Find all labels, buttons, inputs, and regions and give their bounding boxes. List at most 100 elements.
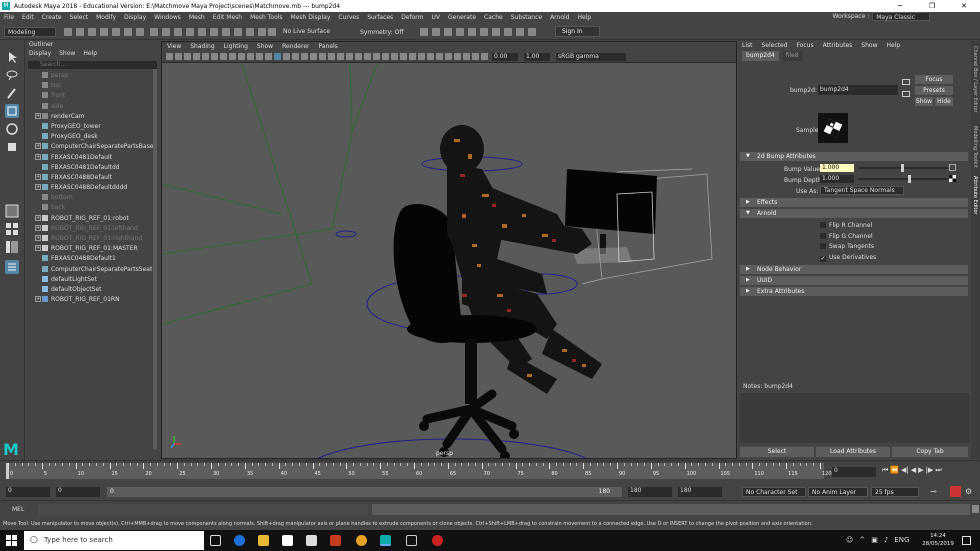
scene-end-field[interactable]: 180 <box>678 487 722 497</box>
viewport-tool-icon[interactable] <box>247 53 254 60</box>
menu-curves[interactable]: Curves <box>338 14 359 21</box>
lasso-tool-icon[interactable] <box>5 68 19 82</box>
section-effects[interactable]: ▶ Effects <box>740 198 968 207</box>
outliner-menu-display[interactable]: Display <box>29 50 51 59</box>
statusline-tool-icon[interactable] <box>222 28 230 36</box>
render-tool-icon[interactable] <box>468 28 476 36</box>
outliner-item[interactable]: defaultObjectSet <box>26 285 159 295</box>
arnold-flag-checkbox[interactable] <box>820 243 826 250</box>
minimize-button[interactable]: ─ <box>884 0 916 12</box>
outliner-item[interactable]: bottom <box>26 193 159 203</box>
render-tool-icon[interactable] <box>420 28 428 36</box>
viewport-tool-icon[interactable] <box>229 53 236 60</box>
menu-arnold[interactable]: Arnold <box>550 14 569 21</box>
ae-menu-list[interactable]: List <box>742 41 753 51</box>
expand-icon[interactable]: + <box>35 235 41 241</box>
viewport-tool-icon[interactable] <box>202 53 209 60</box>
network-icon[interactable]: ▣ <box>871 536 878 544</box>
viewport-menu-show[interactable]: Show <box>257 42 273 51</box>
outliner-item[interactable]: + ComputerChairSeparatePartsBase <box>26 142 159 152</box>
viewport-menu-view[interactable]: View <box>167 42 181 51</box>
scene-start-field[interactable]: 0 <box>6 487 50 497</box>
statusline-tool-icon[interactable] <box>174 28 182 36</box>
play-backward-icon[interactable]: ◀ <box>911 466 916 478</box>
expand-icon[interactable]: + <box>35 245 41 252</box>
menu-help[interactable]: Help <box>578 14 592 21</box>
outliner-item[interactable]: + FBXASC0488Defaultdddd <box>26 183 159 193</box>
render-tool-icon[interactable] <box>528 28 536 36</box>
outliner-item[interactable]: back <box>26 203 159 213</box>
powerpoint-icon[interactable] <box>330 535 341 546</box>
workspace-dropdown[interactable]: Maya Classic <box>872 12 930 21</box>
script-editor-icon[interactable] <box>972 505 979 513</box>
anim-end-field[interactable]: 180 <box>628 487 672 497</box>
viewport-tool-icon[interactable] <box>463 53 470 60</box>
render-tool-icon[interactable] <box>480 28 488 36</box>
outliner-item[interactable]: ProxyGEO_desk <box>26 132 159 142</box>
statusline-tool-icon[interactable] <box>100 28 108 36</box>
mode-dropdown[interactable]: Modeling <box>4 27 56 37</box>
outliner-item[interactable]: + ROBOT_RIG_REF_01:robot <box>26 214 159 224</box>
viewport-tool-icon[interactable] <box>319 53 326 60</box>
viewport-tool-icon[interactable] <box>364 53 371 60</box>
viewport-tool-icon[interactable] <box>472 53 479 60</box>
persp-outliner-layout-icon[interactable] <box>5 240 19 254</box>
menu-edit-mesh[interactable]: Edit Mesh <box>213 14 242 21</box>
show-button[interactable]: Show <box>915 97 933 106</box>
maya-taskbar-icon[interactable] <box>380 535 391 546</box>
viewport-menu-lighting[interactable]: Lighting <box>224 42 248 51</box>
expand-icon[interactable]: + <box>35 184 41 191</box>
viewport-tool-icon[interactable] <box>274 53 281 60</box>
statusline-tool-icon[interactable] <box>112 28 120 36</box>
section-arnold[interactable]: ▼ Arnold <box>740 209 968 218</box>
viewport-tool-icon[interactable] <box>193 53 200 60</box>
expand-icon[interactable]: + <box>35 153 41 160</box>
statusline-tool-icon[interactable] <box>268 28 276 36</box>
select-tool-icon[interactable] <box>5 50 19 64</box>
single-perspective-layout-icon[interactable] <box>5 204 19 218</box>
viewport-tool-icon[interactable] <box>373 53 380 60</box>
outliner-item[interactable]: + ROBOT_RIG_REF_01:MASTER <box>26 244 159 254</box>
preferences-icon[interactable]: ⚙ <box>965 487 975 497</box>
outliner-item[interactable]: top <box>26 81 159 91</box>
viewport-tool-icon[interactable] <box>166 53 173 60</box>
bump-value-slider[interactable] <box>858 164 948 172</box>
menu-modify[interactable]: Modify <box>96 14 116 21</box>
viewport-scene[interactable]: persp <box>162 64 736 458</box>
focus-button[interactable]: Focus <box>915 75 953 84</box>
viewport-tool-icon[interactable] <box>301 53 308 60</box>
play-forward-icon[interactable]: ▶ <box>918 466 923 478</box>
tab-bump2d4[interactable]: bump2d4 <box>742 51 779 61</box>
rotate-tool-icon[interactable] <box>5 122 19 136</box>
render-tool-icon[interactable] <box>492 28 500 36</box>
outliner-item[interactable]: + ROBOT_RIG_REF_01:righthand <box>26 234 159 244</box>
menu-mesh-display[interactable]: Mesh Display <box>291 14 331 21</box>
expand-icon[interactable]: + <box>35 214 41 221</box>
menu-windows[interactable]: Windows <box>154 14 181 21</box>
viewport-tool-icon[interactable] <box>184 53 191 60</box>
viewport-tool-icon[interactable] <box>427 53 434 60</box>
viewport-menu-panels[interactable]: Panels <box>318 42 337 51</box>
go-to-end-icon[interactable]: ⏭ <box>935 466 941 478</box>
autokey-toggle-icon[interactable] <box>950 486 961 497</box>
close-button[interactable]: ✕ <box>948 0 980 12</box>
file-explorer-icon[interactable] <box>258 535 269 546</box>
menu-uv[interactable]: UV <box>432 14 441 21</box>
bump-value-field[interactable]: 1.000 <box>820 164 854 172</box>
viewport-tool-icon[interactable] <box>220 53 227 60</box>
store-icon[interactable] <box>282 535 293 546</box>
outliner-item[interactable]: front <box>26 91 159 101</box>
ae-menu-focus[interactable]: Focus <box>797 41 814 51</box>
statusline-tool-icon[interactable] <box>136 28 144 36</box>
viewport-menu-shading[interactable]: Shading <box>190 42 214 51</box>
viewport-tool-icon[interactable] <box>211 53 218 60</box>
viewport-tool-icon[interactable] <box>292 53 299 60</box>
outliner-item[interactable]: + ROBOT_RIG_REF_01:lefthand <box>26 224 159 234</box>
viewport-tool-icon[interactable] <box>445 53 452 60</box>
anim-layer-dropdown[interactable]: No Anim Layer <box>808 487 868 497</box>
time-ruler[interactable]: 0 5 10 15 20 25 30 35 40 45 50 55 60 65 70 75 80 85 90 95 10… <box>6 463 832 479</box>
mail-icon[interactable] <box>306 535 317 546</box>
statusline-tool-icon[interactable] <box>186 28 194 36</box>
render-tool-icon[interactable] <box>432 28 440 36</box>
outliner-item[interactable]: + FBXASC0488Default <box>26 173 159 183</box>
